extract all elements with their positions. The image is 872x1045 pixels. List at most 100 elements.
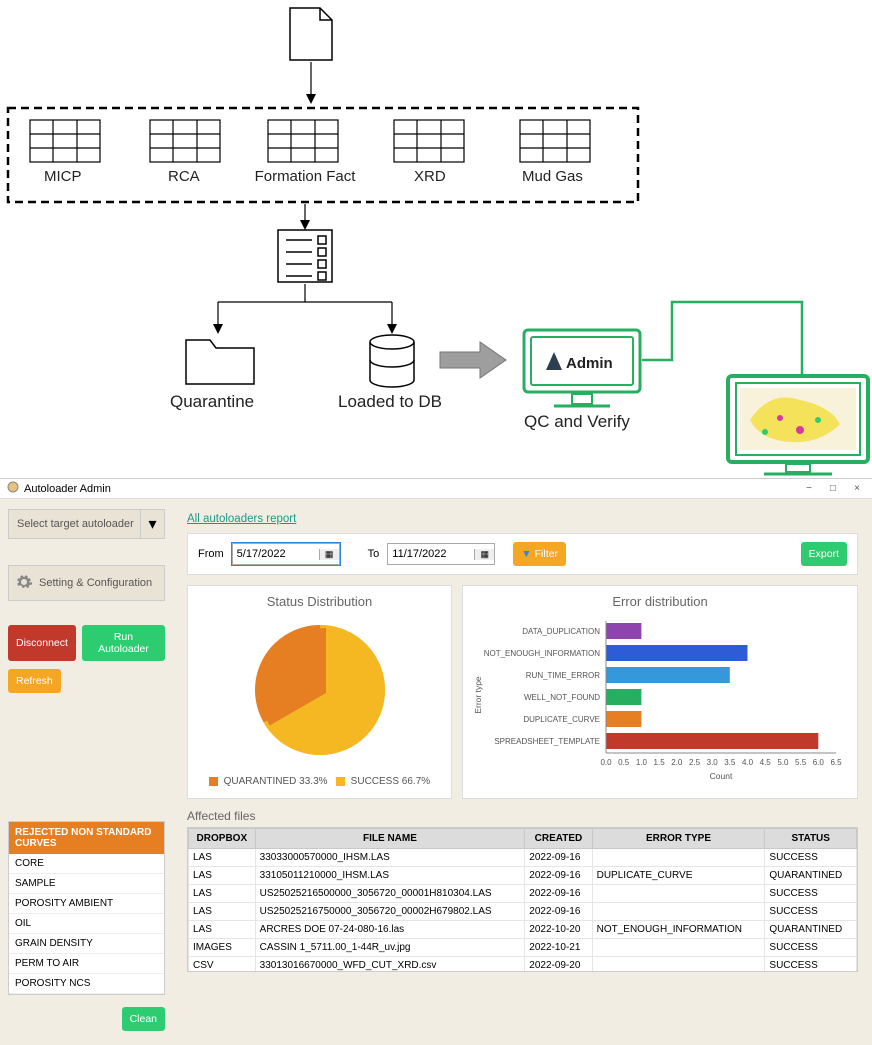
svg-text:0.5: 0.5	[618, 758, 630, 767]
from-date-field[interactable]	[233, 546, 319, 562]
list-item[interactable]: SAMPLE	[9, 874, 164, 894]
table-cell: SUCCESS	[765, 885, 857, 903]
sidebar: Select target autoloader ▾ Setting & Con…	[0, 499, 173, 1045]
affected-files-title: Affected files	[187, 809, 858, 823]
table-cell: 2022-09-16	[525, 903, 592, 921]
chevron-down-icon[interactable]: ▾	[140, 510, 164, 538]
from-label: From	[198, 548, 224, 560]
table-row[interactable]: CSV33013016670000_WFD_CUT_XRD.csv2022-09…	[189, 957, 857, 973]
chart-title: Error distribution	[471, 594, 849, 609]
svg-text:4.0: 4.0	[742, 758, 754, 767]
col-filename[interactable]: FILE NAME	[255, 829, 525, 849]
qc-verify-label: QC and Verify	[524, 412, 630, 432]
diagram-label: Mud Gas	[522, 168, 583, 185]
table-cell: US25025216750000_3056720_00002H679802.LA…	[255, 903, 525, 921]
pie-chart-svg	[196, 615, 444, 765]
calendar-icon[interactable]: ▦	[474, 549, 494, 560]
window-close-button[interactable]: ×	[848, 482, 866, 496]
table-row[interactable]: IMAGESCASSIN 1_5711.00_1-44R_uv.jpg2022-…	[189, 939, 857, 957]
list-item[interactable]: POROSITY NCS	[9, 974, 164, 994]
table-row[interactable]: LAS33105011210000_IHSM.LAS2022-09-16DUPL…	[189, 867, 857, 885]
calendar-icon[interactable]: ▦	[319, 549, 339, 560]
svg-text:2.5: 2.5	[689, 758, 701, 767]
target-autoloader-dropdown[interactable]: Select target autoloader ▾	[8, 509, 165, 539]
chart-title: Status Distribution	[196, 594, 443, 609]
svg-text:DATA_DUPLICATION: DATA_DUPLICATION	[522, 627, 600, 636]
col-dropbox[interactable]: DROPBOX	[189, 829, 256, 849]
svg-text:3.0: 3.0	[707, 758, 719, 767]
svg-text:1.0: 1.0	[636, 758, 648, 767]
legend-swatch	[209, 777, 218, 786]
app-window: Autoloader Admin − □ × Select target aut…	[0, 478, 872, 1045]
grid-icon	[520, 120, 590, 162]
disconnect-button[interactable]: Disconnect	[8, 625, 76, 661]
all-autoloaders-report-link[interactable]: All autoloaders report	[187, 513, 296, 525]
table-cell: 2022-09-20	[525, 957, 592, 973]
rejected-curves-list: REJECTED NON STANDARD CURVES CORE SAMPLE…	[8, 821, 165, 995]
svg-text:0.0: 0.0	[600, 758, 612, 767]
svg-text:Error type: Error type	[473, 676, 483, 714]
window-maximize-button[interactable]: □	[824, 482, 842, 496]
svg-text:Count: Count	[710, 771, 733, 781]
table-cell: 33013016670000_WFD_CUT_XRD.csv	[255, 957, 525, 973]
to-date-field[interactable]	[388, 546, 474, 562]
list-item[interactable]: PERM TO AIR	[9, 954, 164, 974]
main-panel: All autoloaders report From ▦ To ▦ ▼ Fil…	[173, 499, 872, 1045]
refresh-button[interactable]: Refresh	[8, 669, 61, 693]
list-item[interactable]: OIL	[9, 914, 164, 934]
svg-text:5.5: 5.5	[795, 758, 807, 767]
filter-button[interactable]: ▼ Filter	[513, 542, 566, 566]
loaded-label: Loaded to DB	[338, 392, 442, 412]
table-cell: SUCCESS	[765, 939, 857, 957]
gear-icon	[15, 573, 33, 594]
file-icon	[290, 8, 332, 60]
table-row[interactable]: LASUS25025216750000_3056720_00002H679802…	[189, 903, 857, 921]
run-autoloader-button[interactable]: Run Autoloader	[82, 625, 165, 661]
list-item[interactable]: CORE	[9, 854, 164, 874]
table-cell: 2022-10-21	[525, 939, 592, 957]
table-cell: SUCCESS	[765, 903, 857, 921]
list-item[interactable]: GRAIN DENSITY	[9, 934, 164, 954]
export-button[interactable]: Export	[801, 542, 847, 566]
svg-text:Admin: Admin	[566, 355, 613, 372]
svg-text:4.5: 4.5	[760, 758, 772, 767]
grid-icon	[394, 120, 464, 162]
database-icon	[370, 335, 414, 387]
grid-icon	[30, 120, 100, 162]
to-date-input[interactable]: ▦	[387, 543, 495, 565]
col-errortype[interactable]: ERROR TYPE	[592, 829, 765, 849]
table-cell: 33105011210000_IHSM.LAS	[255, 867, 525, 885]
diagram-label: MICP	[44, 168, 82, 185]
from-date-input[interactable]: ▦	[232, 543, 340, 565]
col-status[interactable]: STATUS	[765, 829, 857, 849]
workflow-diagram: Admin MICP RCA Formation Fact XRD Mud Ga…	[0, 0, 872, 478]
legend-success: SUCCESS 66.7%	[351, 776, 430, 787]
settings-button[interactable]: Setting & Configuration	[8, 565, 165, 601]
table-row[interactable]: LASARCRES DOE 07-24-080-16.las2022-10-20…	[189, 921, 857, 939]
table-cell: QUARANTINED	[765, 921, 857, 939]
table-cell: SUCCESS	[765, 957, 857, 973]
diagram-label: XRD	[414, 168, 446, 185]
status-distribution-chart: Status Distribution	[187, 585, 452, 799]
window-minimize-button[interactable]: −	[800, 482, 818, 496]
clean-button[interactable]: Clean	[122, 1007, 165, 1031]
table-cell: 33033000570000_IHSM.LAS	[255, 849, 525, 867]
col-created[interactable]: CREATED	[525, 829, 592, 849]
table-cell	[592, 849, 765, 867]
table-cell: LAS	[189, 867, 256, 885]
table-cell: QUARANTINED	[765, 867, 857, 885]
table-cell	[592, 957, 765, 973]
svg-text:3.5: 3.5	[724, 758, 736, 767]
monitor-map-icon	[728, 376, 868, 474]
list-item[interactable]: POROSITY AMBIENT	[9, 894, 164, 914]
table-row[interactable]: LAS33033000570000_IHSM.LAS2022-09-16SUCC…	[189, 849, 857, 867]
table-cell: ARCRES DOE 07-24-080-16.las	[255, 921, 525, 939]
arrow-right-icon	[440, 342, 506, 378]
table-row[interactable]: LASUS25025216500000_3056720_00001H810304…	[189, 885, 857, 903]
filter-icon: ▼	[521, 548, 531, 560]
affected-files-table[interactable]: DROPBOX FILE NAME CREATED ERROR TYPE STA…	[187, 827, 858, 972]
affected-files-section: Affected files DROPBOX FILE NAME CREATED…	[187, 809, 858, 972]
table-cell	[592, 885, 765, 903]
table-cell: 2022-09-16	[525, 885, 592, 903]
table-cell: DUPLICATE_CURVE	[592, 867, 765, 885]
